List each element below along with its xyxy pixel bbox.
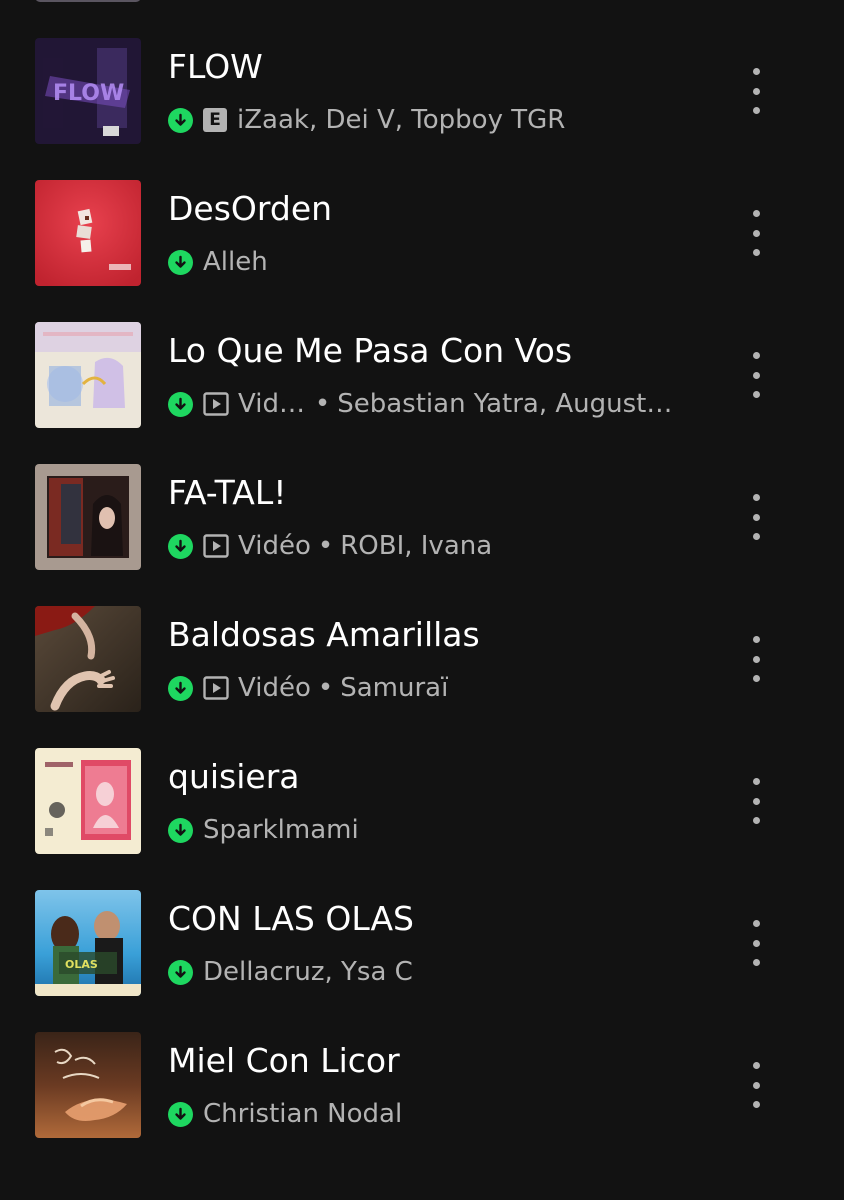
track-title: FLOW	[168, 47, 263, 86]
track-meta: E iZaak, Dei V, Topboy TGR	[168, 103, 565, 137]
download-icon	[168, 1101, 193, 1127]
track-title: quisiera	[168, 757, 300, 796]
album-cover: FLOW	[35, 38, 141, 144]
track-row[interactable]: Lo Que Me Pasa Con Vos Vidéo • Sebastian…	[0, 284, 844, 428]
video-label: Vidéo	[238, 673, 311, 703]
more-options-icon[interactable]	[740, 1062, 772, 1108]
more-options-icon[interactable]	[740, 210, 772, 256]
video-label: Vidéo	[238, 531, 311, 561]
track-row[interactable]: Miel Con Licor Christian Nodal	[0, 994, 844, 1138]
track-title: DesOrden	[168, 189, 333, 228]
track-meta: Vidéo • ROBI, Ivana	[168, 529, 492, 563]
track-title: FA-TAL!	[168, 473, 287, 512]
album-cover	[35, 464, 141, 570]
track-artists: Samuraï	[340, 673, 449, 703]
track-artists: Alleh	[203, 247, 268, 277]
track-title: Miel Con Licor	[168, 1041, 400, 1080]
download-icon	[168, 817, 193, 843]
more-options-icon[interactable]	[740, 352, 772, 398]
video-icon	[203, 676, 229, 700]
download-icon	[168, 533, 193, 559]
track-row[interactable]: DesOrden Alleh	[0, 142, 844, 286]
track-title: CON LAS OLAS	[168, 899, 414, 938]
download-icon	[168, 391, 193, 417]
more-options-icon[interactable]	[740, 636, 772, 682]
album-cover: OLAS	[35, 890, 141, 996]
album-cover	[35, 748, 141, 854]
video-label: Vidéo	[238, 389, 308, 419]
svg-text:OLAS: OLAS	[65, 958, 98, 971]
track-title: Lo Que Me Pasa Con Vos	[168, 331, 573, 370]
separator-dot: •	[317, 531, 334, 561]
track-row[interactable]: FLOW FLOW E iZaak, Dei V, Topboy TGR	[0, 0, 844, 144]
track-row[interactable]: Baldosas Amarillas Vidéo • Samuraï	[0, 568, 844, 712]
track-row[interactable]: FA-TAL! Vidéo • ROBI, Ivana	[0, 426, 844, 570]
track-meta: Alleh	[168, 245, 268, 279]
track-artists: Dellacruz, Ysa C	[203, 957, 413, 987]
track-artists: Christian Nodal	[203, 1099, 403, 1129]
more-options-icon[interactable]	[740, 68, 772, 114]
download-icon	[168, 959, 193, 985]
track-meta: Christian Nodal	[168, 1097, 402, 1131]
track-row[interactable]: quisiera Sparklmami	[0, 710, 844, 854]
download-icon	[168, 675, 193, 701]
svg-text:FLOW: FLOW	[53, 81, 124, 106]
album-cover	[35, 180, 141, 286]
track-artists: ROBI, Ivana	[340, 531, 493, 561]
track-meta: Sparklmami	[168, 813, 359, 847]
more-options-icon[interactable]	[740, 778, 772, 824]
track-artists: iZaak, Dei V, Topboy TGR	[237, 105, 566, 135]
track-meta: Vidéo • Sebastian Yatra, Augusto…	[168, 387, 674, 421]
more-options-icon[interactable]	[740, 920, 772, 966]
video-icon	[203, 392, 229, 416]
track-meta: Vidéo • Samuraï	[168, 671, 448, 705]
explicit-icon: E	[203, 108, 227, 132]
album-cover	[35, 606, 141, 712]
album-cover	[35, 322, 141, 428]
track-title: Baldosas Amarillas	[168, 615, 480, 654]
track-artists: Sebastian Yatra, Augusto…	[337, 389, 674, 419]
download-icon	[168, 249, 193, 275]
video-icon	[203, 534, 229, 558]
track-meta: Dellacruz, Ysa C	[168, 955, 413, 989]
download-icon	[168, 107, 193, 133]
separator-dot: •	[314, 389, 331, 419]
more-options-icon[interactable]	[740, 494, 772, 540]
track-row[interactable]: OLAS CON LAS OLAS Dellacruz, Ysa C	[0, 852, 844, 996]
separator-dot: •	[317, 673, 334, 703]
track-artists: Sparklmami	[203, 815, 359, 845]
album-cover	[35, 1032, 141, 1138]
